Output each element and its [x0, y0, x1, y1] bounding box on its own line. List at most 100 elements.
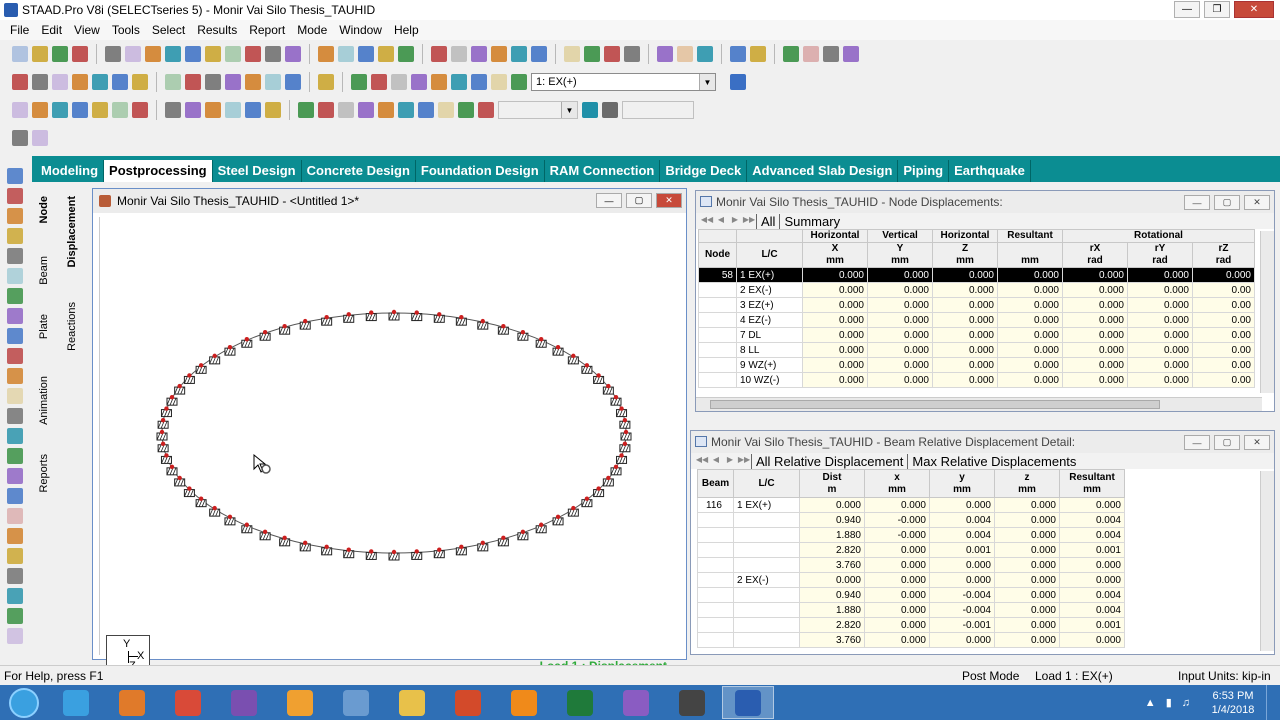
- page-tab-ram-connection[interactable]: RAM Connection: [545, 160, 661, 182]
- beam-disp-minimize-button[interactable]: —: [1184, 435, 1210, 450]
- tool-icon[interactable]: [165, 74, 181, 90]
- last-tab-nav-icon[interactable]: ▶▶: [737, 455, 751, 467]
- beam-disp-vertical-scrollbar[interactable]: [1260, 471, 1274, 651]
- tool-icon[interactable]: [471, 74, 487, 90]
- taskbar-app[interactable]: [330, 686, 382, 719]
- side-tool-icon[interactable]: [7, 548, 23, 564]
- tool-icon[interactable]: [378, 46, 394, 62]
- side-tab-node[interactable]: Node: [38, 196, 50, 224]
- tool-icon[interactable]: [12, 130, 28, 146]
- taskbar-app[interactable]: [386, 686, 438, 719]
- fixed-support[interactable]: [455, 314, 467, 326]
- menu-file[interactable]: File: [4, 23, 35, 37]
- side-tool-icon[interactable]: [7, 388, 23, 404]
- tool-icon[interactable]: [803, 46, 819, 62]
- tool-icon[interactable]: [378, 102, 394, 118]
- fixed-support[interactable]: [321, 314, 333, 326]
- tool-icon[interactable]: [185, 74, 201, 90]
- model-canvas[interactable]: Y X Z Load 1 : Displacement: [99, 217, 681, 679]
- page-tab-concrete-design[interactable]: Concrete Design: [302, 160, 416, 182]
- tool-icon[interactable]: [298, 102, 314, 118]
- fixed-support[interactable]: [157, 441, 169, 453]
- tool-icon[interactable]: [265, 102, 281, 118]
- tool-icon[interactable]: [491, 74, 507, 90]
- col-header[interactable]: mm: [997, 242, 1063, 268]
- taskbar-app[interactable]: [162, 686, 214, 719]
- menu-window[interactable]: Window: [333, 23, 388, 37]
- tool-icon[interactable]: [245, 74, 261, 90]
- tool-icon[interactable]: [52, 74, 68, 90]
- tool-icon[interactable]: [351, 74, 367, 90]
- side-tool-icon[interactable]: [7, 628, 23, 644]
- taskbar-app[interactable]: [498, 686, 550, 719]
- fixed-support[interactable]: [195, 363, 207, 374]
- fixed-support[interactable]: [279, 323, 291, 335]
- page-tab-piping[interactable]: Piping: [898, 160, 950, 182]
- page-tab-bridge-deck[interactable]: Bridge Deck: [660, 160, 748, 182]
- fixed-support[interactable]: [610, 394, 622, 406]
- table-row[interactable]: 2 EX(-) 0.000 0.000 0.000 0.000 0.000 0.000 0.0…: [698, 282, 1255, 298]
- col-header[interactable]: Xmm: [802, 242, 868, 268]
- fixed-support[interactable]: [455, 544, 467, 556]
- tool-icon[interactable]: [478, 102, 494, 118]
- table-row[interactable]: 1.880 0.000 -0.004 0.000 0.004: [697, 602, 1125, 618]
- table-row[interactable]: 0.940 -0.000 0.004 0.000 0.004: [697, 512, 1125, 528]
- page-tab-foundation-design[interactable]: Foundation Design: [416, 160, 545, 182]
- side-tool-icon[interactable]: [7, 568, 23, 584]
- viewport-close-button[interactable]: ✕: [656, 193, 682, 208]
- tool-icon[interactable]: [72, 74, 88, 90]
- col-header[interactable]: rX rad: [1062, 242, 1128, 268]
- tool-icon[interactable]: [132, 74, 148, 90]
- fixed-support[interactable]: [581, 496, 593, 508]
- tool-icon[interactable]: [318, 46, 334, 62]
- fixed-support[interactable]: [602, 383, 614, 395]
- tool-icon[interactable]: [511, 74, 527, 90]
- tool-icon[interactable]: [285, 74, 301, 90]
- viewport-minimize-button[interactable]: —: [596, 193, 622, 208]
- fixed-support[interactable]: [593, 373, 605, 384]
- fixed-support[interactable]: [619, 418, 631, 429]
- tool-icon[interactable]: [418, 102, 434, 118]
- fixed-support[interactable]: [365, 310, 377, 322]
- tool-icon[interactable]: [458, 102, 474, 118]
- side-tool-icon[interactable]: [7, 168, 23, 184]
- side-tool-icon[interactable]: [7, 348, 23, 364]
- tool-icon[interactable]: [32, 46, 48, 62]
- menu-edit[interactable]: Edit: [35, 23, 68, 37]
- fixed-support[interactable]: [343, 312, 355, 323]
- show-desktop-button[interactable]: [1266, 685, 1280, 720]
- side-tool-icon[interactable]: [7, 268, 23, 284]
- taskbar-app[interactable]: [274, 686, 326, 719]
- tool-icon[interactable]: [225, 46, 241, 62]
- side-tool-icon[interactable]: [7, 608, 23, 624]
- viewport-maximize-button[interactable]: ▢: [626, 193, 652, 208]
- tool-icon[interactable]: [72, 102, 88, 118]
- fixed-support[interactable]: [183, 486, 195, 498]
- table-row[interactable]: 2.820 0.000 0.001 0.000 0.001: [697, 542, 1125, 558]
- beam-disp-maximize-button[interactable]: ▢: [1214, 435, 1240, 450]
- tool-icon[interactable]: [730, 46, 746, 62]
- fixed-support[interactable]: [477, 318, 489, 330]
- side-tool-icon[interactable]: [7, 308, 23, 324]
- table-row[interactable]: 3.760 0.000 0.000 0.000 0.000: [697, 557, 1125, 573]
- tool-icon[interactable]: [451, 74, 467, 90]
- tool-icon[interactable]: [411, 74, 427, 90]
- tool-icon[interactable]: [92, 74, 108, 90]
- fixed-support[interactable]: [174, 383, 186, 395]
- col-header-lc[interactable]: L/C: [736, 242, 803, 268]
- fixed-support[interactable]: [616, 453, 628, 464]
- col-header[interactable]: Resultant mm: [1059, 469, 1125, 498]
- first-tab-nav-icon[interactable]: ◀◀: [700, 215, 714, 227]
- col-header[interactable]: y mm: [929, 469, 995, 498]
- table-row[interactable]: 2 EX(-) 0.000 0.000 0.000 0.000 0.000: [697, 572, 1125, 588]
- prev-tab-nav-icon[interactable]: ◀: [709, 455, 723, 467]
- table-row[interactable]: 4 EZ(-) 0.000 0.000 0.000 0.000 0.000 0.000 0.0…: [698, 312, 1255, 328]
- side-tool-icon[interactable]: [7, 528, 23, 544]
- taskbar-app[interactable]: [554, 686, 606, 719]
- tool-icon[interactable]: [52, 46, 68, 62]
- table-row[interactable]: 9 WZ(+) 0.000 0.000 0.000 0.000 0.000 0.000 0.0…: [698, 357, 1255, 373]
- menu-help[interactable]: Help: [388, 23, 425, 37]
- tool-icon[interactable]: [12, 46, 28, 62]
- menu-report[interactable]: Report: [243, 23, 291, 37]
- side-tool-icon[interactable]: [7, 448, 23, 464]
